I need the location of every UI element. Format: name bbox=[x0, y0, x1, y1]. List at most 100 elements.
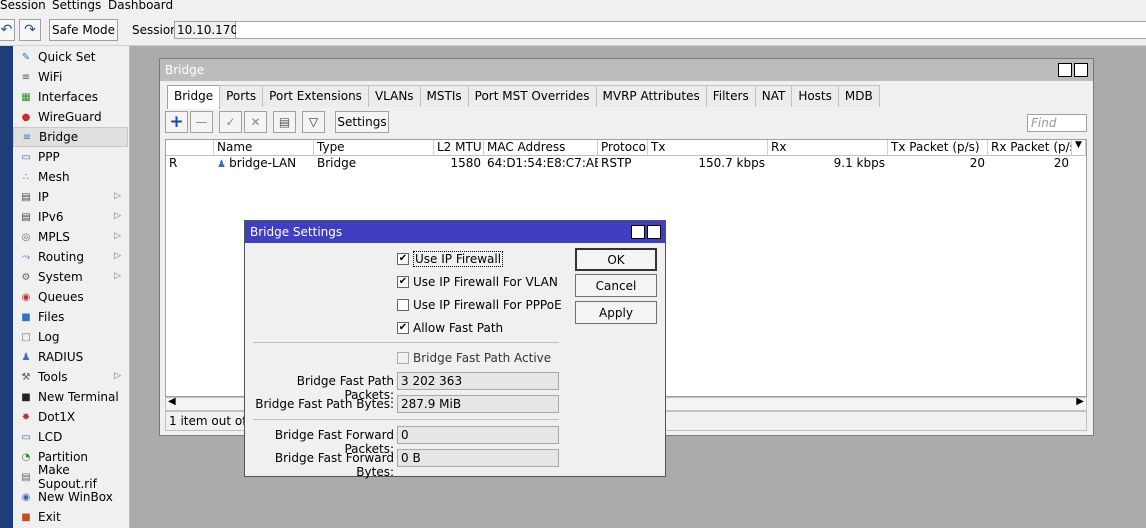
tab-ports[interactable]: Ports bbox=[219, 85, 264, 107]
fast-path-active-checkbox bbox=[397, 352, 409, 364]
sidebar-item-log[interactable]: □ Log bbox=[13, 327, 128, 347]
sidebar-item-wireguard[interactable]: ● WireGuard bbox=[13, 107, 128, 127]
dialog-separator-2 bbox=[253, 419, 559, 420]
disable-button[interactable]: ✕ bbox=[244, 111, 267, 133]
sidebar-item-new-winbox[interactable]: ◉ New WinBox bbox=[13, 487, 128, 507]
tab-nat[interactable]: NAT bbox=[754, 85, 793, 107]
bridge-fast-path-bytes-value: 287.9 MiB bbox=[397, 395, 559, 413]
cancel-button[interactable]: Cancel bbox=[575, 274, 657, 297]
main-toolbar: ↶ ↷ Safe Mode Session: 10.10.170.1 bbox=[0, 14, 1146, 46]
filter-button[interactable]: ▽ bbox=[302, 111, 325, 133]
sidebar-item-exit[interactable]: ■ Exit bbox=[13, 507, 128, 527]
tab-port-mst-overrides[interactable]: Port MST Overrides bbox=[467, 85, 597, 107]
use-ip-firewall-for-vlan-checkbox[interactable]: ✔ bbox=[397, 276, 409, 288]
sidebar-item-dot1x[interactable]: ✸ Dot1X bbox=[13, 407, 128, 427]
use-ip-firewall-for-pppoe-row[interactable]: Use IP Firewall For PPPoE bbox=[397, 296, 562, 314]
toolbar-strip bbox=[236, 21, 1146, 39]
lcd-icon: ▭ bbox=[21, 431, 31, 443]
maximize-icon[interactable]: □ bbox=[1058, 63, 1072, 77]
add-button[interactable]: + bbox=[165, 111, 188, 133]
dialog-close-icon[interactable]: ✕ bbox=[647, 225, 661, 239]
sidebar-item-mesh[interactable]: ∴ Mesh bbox=[13, 167, 128, 187]
fast-path-active-label: Bridge Fast Path Active bbox=[413, 351, 552, 365]
use-ip-firewall-for-vlan-row[interactable]: ✔ Use IP Firewall For VLAN bbox=[397, 273, 558, 291]
sidebar-item-label: WiFi bbox=[38, 70, 63, 84]
sidebar-item-mpls[interactable]: ◎ MPLS ▷ bbox=[13, 227, 128, 247]
undo-button[interactable]: ↶ bbox=[0, 19, 15, 41]
table-row[interactable]: R ♟ bridge-LAN Bridge 1580 64:D1:54:E8:C7:AB… bbox=[166, 140, 1086, 171]
use-ip-firewall-checkbox[interactable]: ✔ bbox=[397, 253, 409, 265]
scroll-left-icon[interactable]: ◀ bbox=[168, 396, 176, 407]
sidebar-item-routing[interactable]: ⤳ Routing ▷ bbox=[13, 247, 128, 267]
bridge-fast-forward-packets-value: 0 bbox=[397, 426, 559, 444]
close-icon[interactable]: ✕ bbox=[1074, 63, 1088, 77]
sidebar-item-label: Routing bbox=[38, 250, 85, 264]
safe-mode-button[interactable]: Safe Mode bbox=[49, 19, 118, 41]
ipv6-icon: ▤ bbox=[21, 211, 31, 223]
remove-button[interactable]: — bbox=[190, 111, 213, 133]
ip-icon: ▤ bbox=[21, 191, 31, 203]
sidebar-item-label: Mesh bbox=[38, 170, 70, 184]
tab-vlans[interactable]: VLANs bbox=[367, 85, 421, 107]
sidebar-item-lcd[interactable]: ▭ LCD bbox=[13, 427, 128, 447]
sidebar-item-ipv6[interactable]: ▤ IPv6 ▷ bbox=[13, 207, 128, 227]
bridge-icon: ♟ bbox=[217, 159, 230, 170]
settings-button[interactable]: Settings bbox=[335, 111, 389, 133]
cell-name: ♟ bridge-LAN bbox=[214, 156, 314, 171]
menu-dashboard[interactable]: Dashboard bbox=[108, 0, 173, 12]
sidebar-item-quick-set[interactable]: ✎ Quick Set bbox=[13, 47, 128, 67]
menu-settings[interactable]: Settings bbox=[52, 0, 101, 12]
menu-session[interactable]: Session bbox=[0, 0, 46, 12]
tab-filters[interactable]: Filters bbox=[705, 85, 756, 107]
sidebar-item-system[interactable]: ⚙ System ▷ bbox=[13, 267, 128, 287]
tab-mdb[interactable]: MDB bbox=[837, 85, 880, 107]
apply-button[interactable]: Apply bbox=[575, 301, 657, 324]
dot1x-icon: ✸ bbox=[21, 411, 31, 423]
supout-icon: ▤ bbox=[21, 471, 31, 483]
enable-button[interactable]: ✓ bbox=[219, 111, 242, 133]
sidebar-item-label: Dot1X bbox=[38, 410, 76, 424]
sidebar-item-label: WireGuard bbox=[38, 110, 102, 124]
comment-button[interactable]: ▤ bbox=[273, 111, 296, 133]
sidebar-item-ip[interactable]: ▤ IP ▷ bbox=[13, 187, 128, 207]
sidebar-item-label: Interfaces bbox=[38, 90, 98, 104]
terminal-icon: ■ bbox=[21, 391, 31, 403]
submenu-arrow-icon: ▷ bbox=[114, 231, 121, 241]
use-ip-firewall-for-pppoe-checkbox[interactable] bbox=[397, 299, 409, 311]
use-ip-firewall-row[interactable]: ✔ Use IP Firewall bbox=[397, 250, 504, 268]
sidebar-item-files[interactable]: ■ Files bbox=[13, 307, 128, 327]
submenu-arrow-icon: ▷ bbox=[114, 271, 121, 281]
bridge-fast-path-bytes-label: Bridge Fast Path Bytes: bbox=[255, 397, 394, 411]
dialog-title: Bridge Settings □ ✕ bbox=[245, 221, 665, 243]
allow-fast-path-row[interactable]: ✔ Allow Fast Path bbox=[397, 319, 503, 337]
sidebar-item-tools[interactable]: ⚒ Tools ▷ bbox=[13, 367, 128, 387]
tab-hosts[interactable]: Hosts bbox=[791, 85, 839, 107]
dialog-maximize-icon[interactable]: □ bbox=[631, 225, 645, 239]
scroll-right-icon[interactable]: ▶ bbox=[1076, 396, 1084, 407]
use-ip-firewall-for-vlan-label: Use IP Firewall For VLAN bbox=[413, 275, 558, 289]
sidebar-item-label: IP bbox=[38, 190, 49, 204]
redo-button[interactable]: ↷ bbox=[19, 19, 41, 41]
tools-icon: ⚒ bbox=[21, 371, 31, 383]
sidebar-item-interfaces[interactable]: ▦ Interfaces bbox=[13, 87, 128, 107]
dialog-separator bbox=[253, 342, 559, 343]
log-icon: □ bbox=[21, 331, 31, 343]
tab-port-extensions[interactable]: Port Extensions bbox=[262, 85, 369, 107]
sidebar-item-make-supout-rif[interactable]: ▤ Make Supout.rif bbox=[13, 463, 128, 491]
tab-bridge[interactable]: Bridge bbox=[167, 85, 221, 109]
sidebar-item-new-terminal[interactable]: ■ New Terminal bbox=[13, 387, 128, 407]
sidebar-item-label: System bbox=[38, 270, 83, 284]
wifi-icon: ≡ bbox=[21, 71, 31, 83]
tab-mstis[interactable]: MSTIs bbox=[419, 85, 469, 107]
find-input[interactable]: Find bbox=[1027, 114, 1087, 132]
sidebar-item-radius[interactable]: ♟ RADIUS bbox=[13, 347, 128, 367]
sidebar-item-bridge[interactable]: ≡ Bridge bbox=[13, 127, 128, 147]
sidebar-item-ppp[interactable]: ▭ PPP bbox=[13, 147, 128, 167]
sidebar-item-queues[interactable]: ◉ Queues bbox=[13, 287, 128, 307]
ok-button[interactable]: OK bbox=[575, 248, 657, 271]
submenu-arrow-icon: ▷ bbox=[114, 191, 121, 201]
sidebar-item-wifi[interactable]: ≡ WiFi bbox=[13, 67, 128, 87]
tab-mvrp-attributes[interactable]: MVRP Attributes bbox=[595, 85, 707, 107]
allow-fast-path-checkbox[interactable]: ✔ bbox=[397, 322, 409, 334]
sidebar-item-label: Files bbox=[38, 310, 65, 324]
